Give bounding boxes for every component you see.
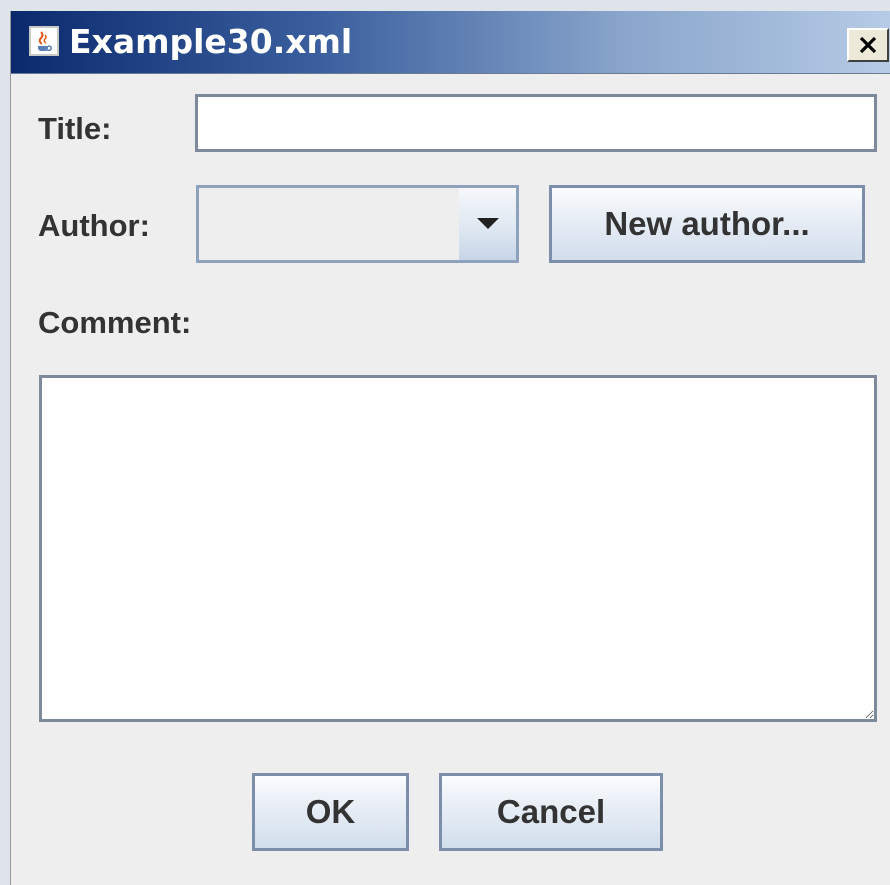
new-author-button[interactable]: New author... (549, 185, 865, 263)
title-input[interactable] (195, 94, 877, 152)
author-label: Author: (38, 208, 150, 243)
author-combobox-value (201, 190, 462, 258)
comment-label: Comment: (38, 305, 192, 340)
title-bar[interactable]: Example30.xml (11, 11, 890, 74)
dialog-window: Example30.xml Title: Author: New author.… (10, 11, 890, 885)
close-icon (859, 36, 877, 54)
close-button[interactable] (847, 28, 889, 62)
author-dropdown-button[interactable] (459, 188, 516, 260)
author-combobox[interactable] (196, 185, 519, 263)
cancel-button[interactable]: Cancel (439, 773, 663, 851)
comment-textarea[interactable] (39, 375, 877, 722)
java-coffee-cup-icon (29, 26, 59, 56)
ok-button[interactable]: OK (252, 773, 409, 851)
title-label: Title: (38, 111, 112, 146)
window-title: Example30.xml (69, 22, 353, 61)
triangle-down-icon (476, 218, 499, 229)
